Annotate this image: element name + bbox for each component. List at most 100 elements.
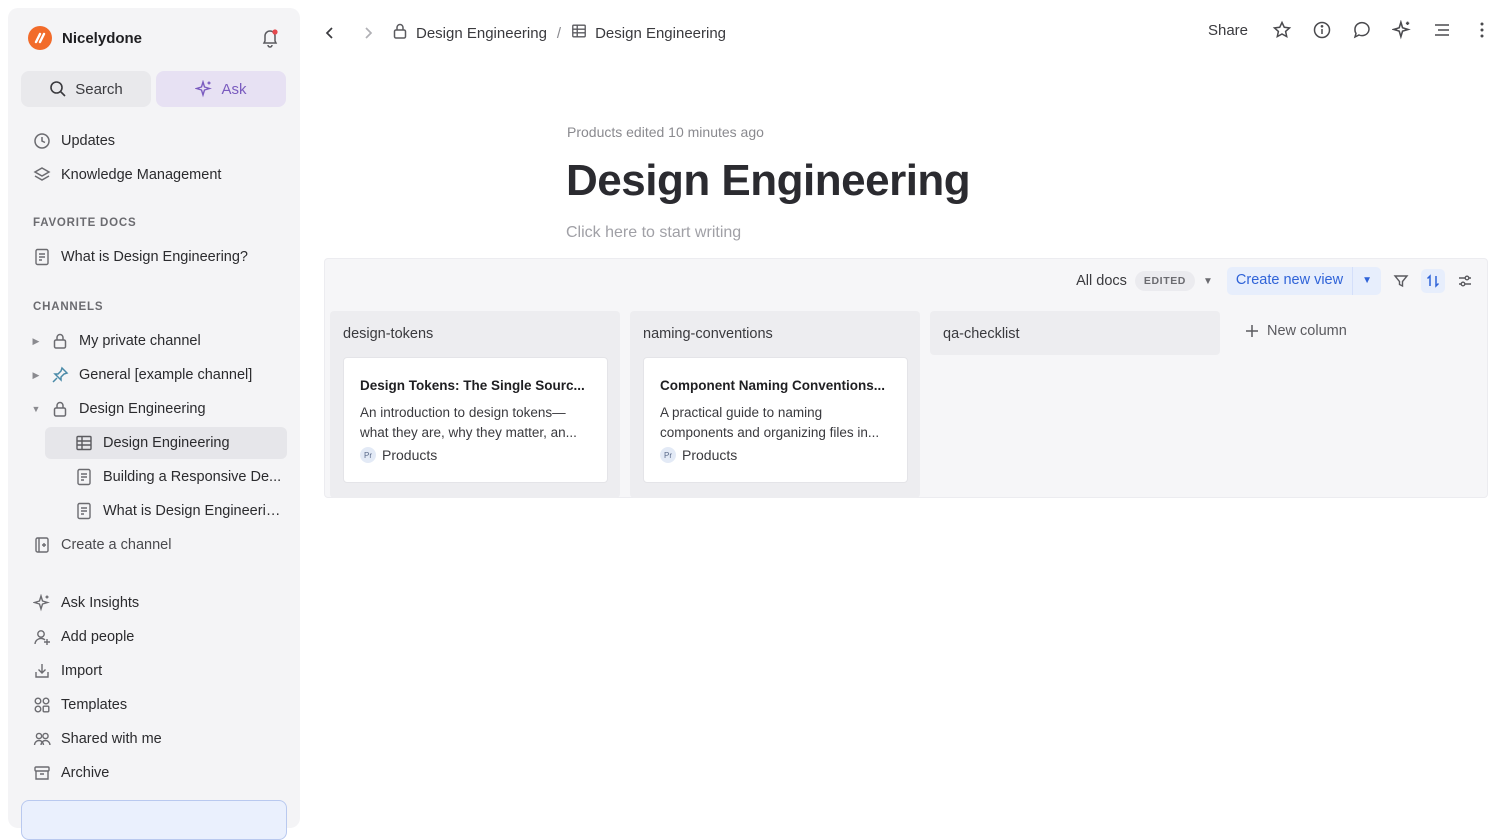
import-icon: [33, 662, 51, 680]
sidebar-item-label: Ask Insights: [61, 595, 140, 611]
notification-bell-icon[interactable]: [260, 28, 280, 48]
column-title[interactable]: naming-conventions: [643, 326, 773, 342]
channels-heading: CHANNELS: [33, 301, 104, 313]
add-channel-icon: [33, 536, 51, 554]
sidebar-item-templates[interactable]: Templates: [21, 689, 287, 721]
doc-meta: Products edited 10 minutes ago: [567, 124, 764, 140]
search-ask-row: Search Ask: [21, 71, 286, 107]
sidebar-item-label: Updates: [61, 133, 116, 149]
chevron-right-icon[interactable]: ▶: [31, 336, 41, 347]
ask-button[interactable]: Ask: [156, 71, 286, 107]
tag-avatar: Pr: [660, 447, 676, 463]
breadcrumb-channel[interactable]: Design Engineering: [416, 25, 547, 42]
workspace-logo-icon: [28, 26, 52, 50]
sidebar-item-knowledge-management[interactable]: Knowledge Management: [21, 159, 287, 191]
sort-icon[interactable]: [1421, 269, 1445, 293]
board-column-qa-checklist: qa-checklist: [930, 311, 1220, 355]
more-vertical-icon[interactable]: [1472, 20, 1492, 40]
new-column-button[interactable]: New column: [1245, 323, 1347, 339]
sidebar-item-label: Archive: [61, 765, 110, 781]
doc-card[interactable]: Design Tokens: The Single Sourc... An in…: [343, 357, 608, 483]
sidebar-item-label: Building a Responsive De...: [103, 469, 282, 485]
doc-card[interactable]: Component Naming Conventions... A practi…: [643, 357, 908, 483]
sidebar-item-add-people[interactable]: Add people: [21, 621, 287, 653]
outline-icon[interactable]: [1432, 20, 1452, 40]
archive-icon: [33, 764, 51, 782]
settings-sliders-icon[interactable]: [1453, 269, 1477, 293]
sidebar-item-design-engineering-board[interactable]: Design Engineering: [45, 427, 287, 459]
sidebar-item-my-private-channel[interactable]: ▶ My private channel: [21, 325, 287, 357]
add-user-icon: [33, 628, 51, 646]
filter-icon[interactable]: [1389, 269, 1413, 293]
sidebar-item-updates[interactable]: Updates: [21, 125, 287, 157]
info-icon[interactable]: [1312, 20, 1332, 40]
doc-body-placeholder[interactable]: Click here to start writing: [566, 224, 741, 242]
sidebar: Nicelydone Search Ask Updates Knowledge …: [8, 8, 300, 840]
search-icon: [50, 81, 66, 97]
sidebar-item-ask-insights[interactable]: Ask Insights: [21, 587, 287, 619]
layers-icon: [33, 166, 51, 184]
sidebar-item-label: Import: [61, 663, 103, 679]
lock-icon: [392, 22, 408, 44]
chevron-down-icon[interactable]: ▼: [1203, 276, 1213, 287]
sidebar-item-import[interactable]: Import: [21, 655, 287, 687]
doc-icon: [75, 502, 93, 520]
top-actions: Share: [1208, 20, 1492, 40]
page-title[interactable]: Design Engineering: [566, 156, 971, 206]
column-title[interactable]: qa-checklist: [943, 326, 1020, 342]
sidebar-item-label: Shared with me: [61, 731, 162, 747]
breadcrumb-current[interactable]: Design Engineering: [595, 25, 726, 42]
sparkle-icon[interactable]: [1392, 20, 1412, 40]
chevron-right-icon[interactable]: ▶: [31, 370, 41, 381]
sidebar-item-label: Design Engineering: [79, 401, 206, 417]
board-column-naming-conventions: naming-conventions Component Naming Conv…: [630, 311, 920, 498]
card-description: An introduction to design tokens—what th…: [360, 405, 577, 440]
sidebar-item-label: General [example channel]: [79, 367, 253, 383]
share-button[interactable]: Share: [1208, 22, 1248, 39]
card-tag: Pr Products: [660, 447, 891, 463]
doc-icon: [33, 248, 51, 266]
sidebar-item-archive[interactable]: Archive: [21, 757, 287, 789]
chevron-down-icon[interactable]: ▼: [31, 404, 41, 414]
templates-icon: [33, 696, 51, 714]
create-view-button-group: Create new view ▼: [1226, 267, 1381, 295]
search-button[interactable]: Search: [21, 71, 151, 107]
tag-label: Products: [382, 447, 438, 463]
create-channel-button[interactable]: Create a channel: [21, 529, 287, 561]
sidebar-item-favorite-doc[interactable]: What is Design Engineering?: [21, 241, 287, 273]
workspace-switcher[interactable]: Nicelydone: [28, 26, 142, 50]
board-toolbar: All docs EDITED ▼ Create new view ▼: [1076, 267, 1477, 295]
sidebar-item-what-is-design-engineering-doc[interactable]: What is Design Engineerin...: [45, 495, 287, 527]
back-arrow-icon[interactable]: [320, 23, 340, 43]
trial-banner[interactable]: [21, 800, 287, 840]
board-view: All docs EDITED ▼ Create new view ▼ desi…: [324, 258, 1488, 498]
breadcrumb: Design Engineering / Design Engineering: [392, 22, 726, 44]
column-title[interactable]: design-tokens: [343, 326, 433, 342]
top-bar: Design Engineering / Design Engineering …: [310, 0, 1512, 66]
sidebar-item-general-channel[interactable]: ▶ General [example channel]: [21, 359, 287, 391]
card-title: Design Tokens: The Single Sourc...: [360, 378, 585, 393]
create-new-view-button[interactable]: Create new view: [1227, 267, 1352, 295]
sparkle-icon: [195, 80, 213, 98]
board-column-design-tokens: design-tokens Design Tokens: The Single …: [330, 311, 620, 498]
sidebar-item-building-responsive-doc[interactable]: Building a Responsive De...: [45, 461, 287, 493]
sidebar-item-design-engineering-channel[interactable]: ▼ Design Engineering: [21, 393, 287, 425]
comment-icon[interactable]: [1352, 20, 1372, 40]
favorite-docs-heading: FAVORITE DOCS: [33, 217, 137, 229]
chevron-down-icon[interactable]: ▼: [1352, 267, 1381, 295]
view-selector[interactable]: All docs: [1076, 273, 1127, 289]
lock-icon: [51, 400, 69, 418]
forward-arrow-icon[interactable]: [358, 23, 378, 43]
breadcrumb-separator: /: [556, 24, 562, 42]
clock-icon: [33, 132, 51, 150]
new-column-label: New column: [1267, 323, 1347, 339]
star-icon[interactable]: [1272, 20, 1292, 40]
sidebar-item-label: Templates: [61, 697, 128, 713]
tag-avatar: Pr: [360, 447, 376, 463]
sidebar-item-shared-with-me[interactable]: Shared with me: [21, 723, 287, 755]
shared-icon: [33, 730, 51, 748]
lock-icon: [51, 332, 69, 350]
ask-label: Ask: [221, 80, 247, 98]
pin-icon: [51, 366, 69, 384]
status-badge: EDITED: [1134, 271, 1195, 291]
